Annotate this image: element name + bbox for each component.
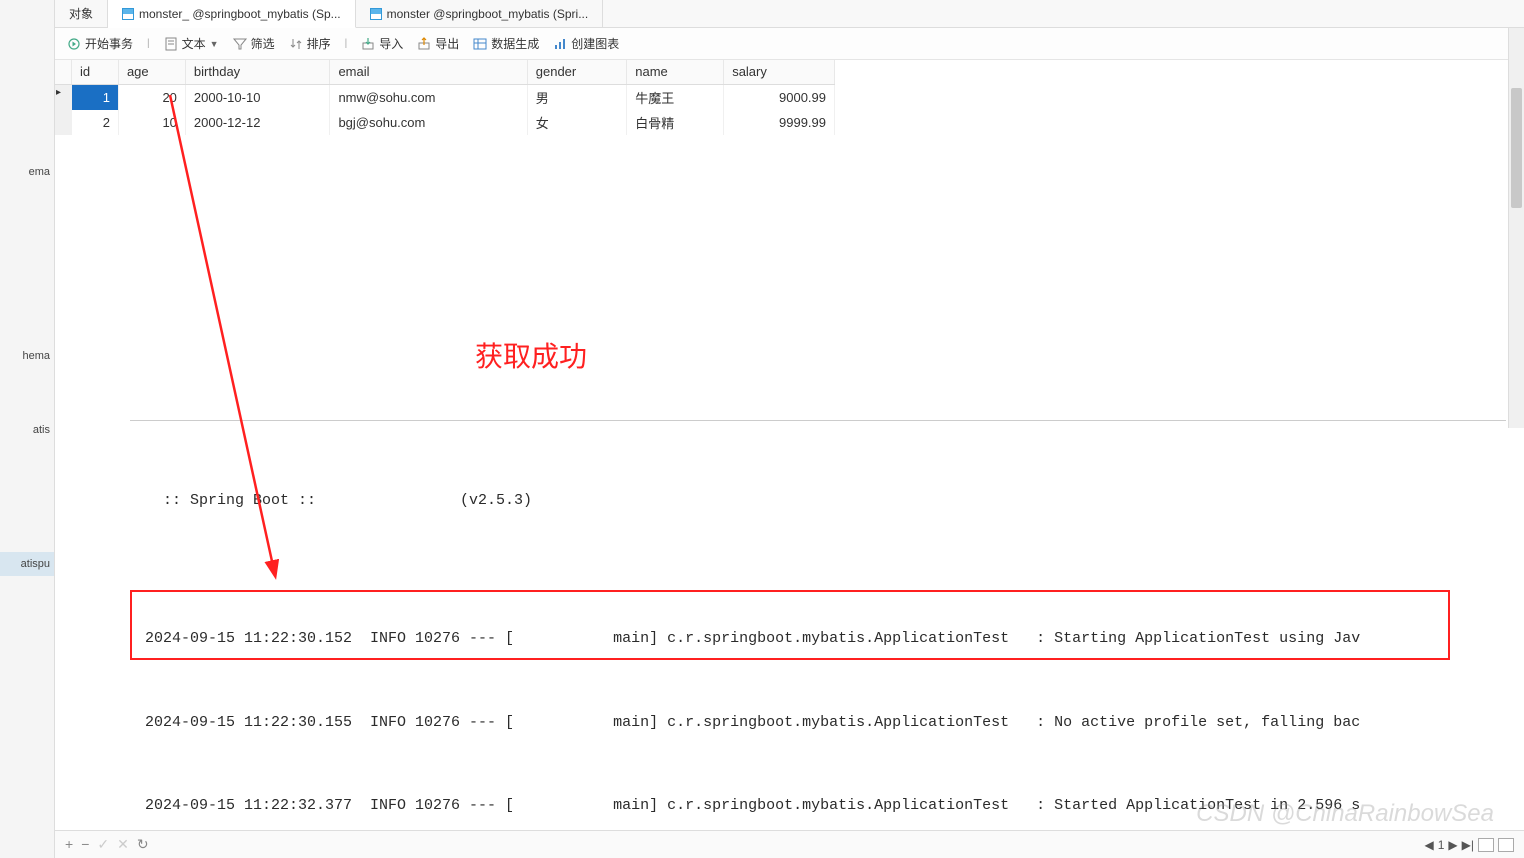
- export-button[interactable]: 导出: [417, 35, 459, 52]
- cell[interactable]: 1: [72, 84, 119, 110]
- import-icon: [361, 37, 375, 51]
- data-grid[interactable]: id age birthday email gender name salary…: [55, 60, 1524, 135]
- cell[interactable]: 2000-10-10: [185, 84, 330, 110]
- next-page-icon[interactable]: ▶: [1448, 838, 1457, 852]
- row-handle[interactable]: [55, 110, 72, 135]
- view-mode-form-icon[interactable]: [1498, 838, 1514, 852]
- view-mode-grid-icon[interactable]: [1478, 838, 1494, 852]
- table-icon: [370, 8, 382, 20]
- chevron-down-icon: ▼: [210, 39, 219, 49]
- tab-label: monster_ @springboot_mybatis (Sp...: [139, 7, 341, 21]
- sidebar-item[interactable]: hema: [0, 344, 54, 368]
- annotation-success: 获取成功: [475, 335, 587, 375]
- filter-icon: [233, 37, 247, 51]
- export-icon: [417, 37, 431, 51]
- table-row[interactable]: 2 10 2000-12-12 bgj@sohu.com 女 白骨精 9999.…: [55, 110, 835, 135]
- cell[interactable]: 9000.99: [724, 84, 835, 110]
- left-sidebar: ema hema atis atispu: [0, 0, 55, 858]
- cell[interactable]: 牛魔王: [627, 84, 724, 110]
- tabs-row: 对象 monster_ @springboot_mybatis (Sp... m…: [55, 0, 1524, 28]
- tab-monster-underscore[interactable]: monster_ @springboot_mybatis (Sp...: [108, 0, 356, 28]
- column-header[interactable]: age: [118, 60, 185, 84]
- refresh-icon[interactable]: ↻: [137, 836, 149, 853]
- table-row[interactable]: 1 20 2000-10-10 nmw@sohu.com 男 牛魔王 9000.…: [55, 84, 835, 110]
- cell[interactable]: 白骨精: [627, 110, 724, 135]
- cell[interactable]: 20: [118, 84, 185, 110]
- tab-label: monster @springboot_mybatis (Spri...: [387, 7, 589, 21]
- sidebar-item[interactable]: atispu: [0, 552, 54, 576]
- cell[interactable]: 9999.99: [724, 110, 835, 135]
- console-panel[interactable]: :: Spring Boot :: (v2.5.3) 2024-09-15 11…: [130, 420, 1506, 818]
- column-header[interactable]: gender: [527, 60, 626, 84]
- cell[interactable]: 女: [527, 110, 626, 135]
- main-area: 对象 monster_ @springboot_mybatis (Sp... m…: [55, 0, 1524, 858]
- document-icon: [164, 37, 178, 51]
- data-gen-button[interactable]: 数据生成: [473, 35, 539, 52]
- cell[interactable]: bgj@sohu.com: [330, 110, 527, 135]
- bottom-right-pager: ◀ 1 ▶ ▶|: [1424, 838, 1514, 852]
- sort-button[interactable]: 排序: [289, 35, 331, 52]
- play-icon: [67, 37, 81, 51]
- table-header-row: id age birthday email gender name salary: [55, 60, 835, 84]
- prev-page-icon[interactable]: ◀: [1424, 838, 1433, 852]
- chart-icon: [553, 37, 567, 51]
- remove-icon[interactable]: −: [81, 836, 89, 853]
- cell[interactable]: nmw@sohu.com: [330, 84, 527, 110]
- text-button[interactable]: 文本 ▼: [164, 35, 219, 52]
- filter-button[interactable]: 筛选: [233, 35, 275, 52]
- toolbar: 开始事务 | 文本 ▼ 筛选 排序 | 导入: [55, 28, 1524, 60]
- sort-icon: [289, 37, 303, 51]
- import-button[interactable]: 导入: [361, 35, 403, 52]
- bottom-bar: + − ✓ ✕ ↻ ◀ 1 ▶ ▶|: [55, 830, 1524, 858]
- check-icon[interactable]: ✓: [97, 836, 109, 853]
- last-page-icon[interactable]: ▶|: [1462, 838, 1474, 852]
- page-number: 1: [1438, 838, 1445, 852]
- create-chart-button[interactable]: 创建图表: [553, 35, 619, 52]
- column-header[interactable]: birthday: [185, 60, 330, 84]
- vertical-scrollbar[interactable]: [1508, 28, 1524, 428]
- close-icon[interactable]: ✕: [117, 836, 129, 853]
- console-content: :: Spring Boot :: (v2.5.3) 2024-09-15 11…: [130, 421, 1506, 818]
- cell[interactable]: 2000-12-12: [185, 110, 330, 135]
- table-icon: [122, 8, 134, 20]
- bottom-left-actions: + − ✓ ✕ ↻: [65, 836, 149, 853]
- data-gen-icon: [473, 37, 487, 51]
- cell[interactable]: 2: [72, 110, 119, 135]
- sidebar-item[interactable]: ema: [0, 160, 54, 184]
- column-header[interactable]: email: [330, 60, 527, 84]
- sidebar-item[interactable]: atis: [0, 418, 54, 442]
- column-header[interactable]: id: [72, 60, 119, 84]
- cell[interactable]: 10: [118, 110, 185, 135]
- tab-label: 对象: [69, 5, 93, 22]
- add-icon[interactable]: +: [65, 836, 73, 853]
- scrollbar-thumb[interactable]: [1511, 88, 1522, 208]
- start-transaction-button[interactable]: 开始事务: [67, 35, 133, 52]
- tab-objects[interactable]: 对象: [55, 0, 108, 28]
- row-handle[interactable]: [55, 84, 72, 110]
- tab-monster[interactable]: monster @springboot_mybatis (Spri...: [356, 0, 604, 28]
- column-header[interactable]: name: [627, 60, 724, 84]
- column-header[interactable]: salary: [724, 60, 835, 84]
- cell[interactable]: 男: [527, 84, 626, 110]
